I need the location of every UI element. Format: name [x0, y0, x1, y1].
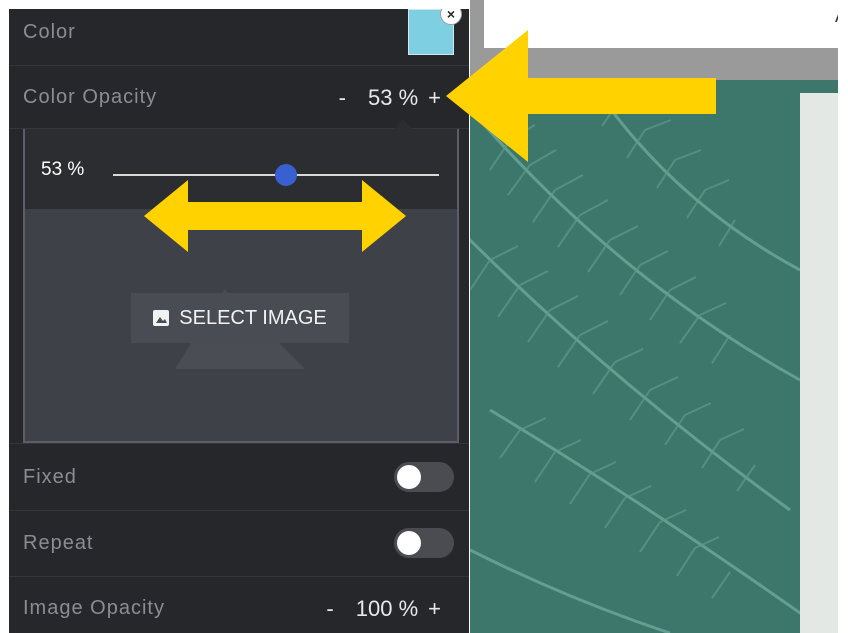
page-preview-card: [800, 93, 838, 633]
color-opacity-value: 53 %: [367, 85, 419, 110]
background-settings-panel: Color × Color Opacity - 53 % + 53 % SELE…: [9, 9, 469, 633]
image-opacity-increase-button[interactable]: +: [422, 596, 447, 622]
repeat-row: Repeat: [9, 510, 469, 577]
image-opacity-stepper: - 100 % +: [320, 596, 447, 622]
select-image-button[interactable]: SELECT IMAGE: [131, 293, 349, 343]
color-opacity-decrease-button[interactable]: -: [333, 85, 352, 111]
color-label: Color: [23, 21, 76, 43]
toggle-knob: [397, 531, 421, 555]
repeat-label: Repeat: [23, 532, 94, 554]
color-opacity-label: Color Opacity: [23, 86, 158, 108]
image-opacity-value: 100 %: [355, 596, 419, 621]
fixed-row: Fixed: [9, 443, 469, 511]
repeat-toggle[interactable]: [394, 528, 454, 558]
left-arrow-icon: [446, 30, 716, 162]
color-row: Color ×: [9, 9, 469, 66]
opacity-popover: 53 % SELECT IMAGE: [23, 129, 459, 443]
select-image-label: SELECT IMAGE: [179, 306, 327, 329]
image-icon: [153, 310, 170, 326]
fixed-label: Fixed: [23, 466, 77, 488]
fern-leaves-image: [470, 80, 838, 633]
double-arrow-icon: [144, 180, 406, 252]
color-opacity-increase-button[interactable]: +: [422, 85, 447, 111]
image-opacity-label: Image Opacity: [23, 597, 165, 619]
right-edge: [838, 0, 848, 633]
image-opacity-row: Image Opacity - 100 % +: [9, 577, 469, 633]
toggle-knob: [397, 465, 421, 489]
close-icon[interactable]: ×: [440, 9, 462, 25]
opacity-slider-track[interactable]: [113, 164, 439, 186]
image-opacity-decrease-button[interactable]: -: [320, 596, 339, 622]
fixed-toggle[interactable]: [394, 462, 454, 492]
fern-background-image: [470, 80, 838, 633]
slider-value: 53 %: [41, 159, 85, 180]
color-opacity-stepper: - 53 % +: [333, 85, 447, 111]
